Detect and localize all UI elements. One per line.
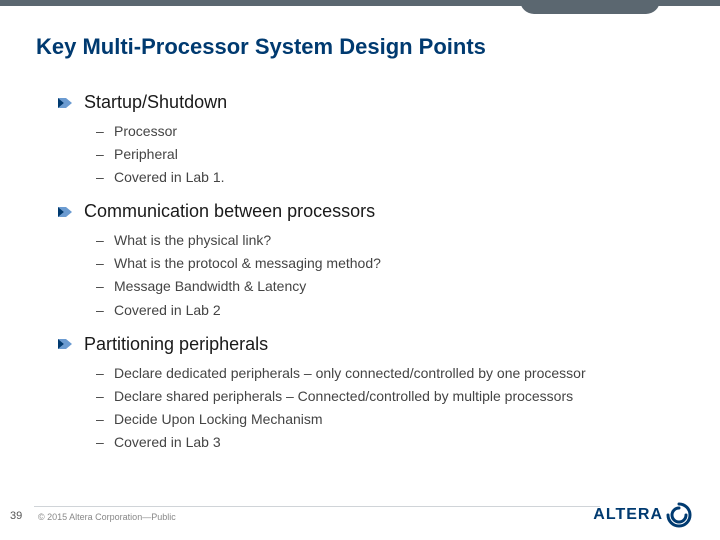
sub-list: What is the physical link? What is the p… — [96, 229, 690, 321]
section-communication: Communication between processors What is… — [58, 201, 690, 321]
section-heading: Communication between processors — [58, 201, 690, 222]
divider — [34, 506, 600, 507]
section-heading: Partitioning peripherals — [58, 334, 690, 355]
altera-logo: ALTERA — [593, 502, 692, 528]
page-number: 39 — [10, 510, 22, 522]
list-item: What is the physical link? — [96, 229, 690, 252]
list-item: Decide Upon Locking Mechanism — [96, 408, 690, 431]
slide: Key Multi-Processor System Design Points… — [0, 0, 720, 540]
list-item: Peripheral — [96, 143, 690, 166]
bullet-icon — [58, 337, 76, 351]
copyright-text: © 2015 Altera Corporation—Public — [38, 512, 176, 522]
top-bar-accent — [520, 0, 660, 14]
section-label: Partitioning peripherals — [84, 334, 268, 355]
section-startup: Startup/Shutdown Processor Peripheral Co… — [58, 92, 690, 189]
list-item: Covered in Lab 1. — [96, 166, 690, 189]
bullet-icon — [58, 96, 76, 110]
section-label: Startup/Shutdown — [84, 92, 227, 113]
logo-text: ALTERA — [593, 506, 663, 524]
sub-list: Declare dedicated peripherals – only con… — [96, 362, 690, 454]
content-area: Startup/Shutdown Processor Peripheral Co… — [58, 92, 690, 466]
list-item: Processor — [96, 120, 690, 143]
list-item: What is the protocol & messaging method? — [96, 252, 690, 275]
list-item: Declare dedicated peripherals – only con… — [96, 362, 690, 385]
list-item: Message Bandwidth & Latency — [96, 275, 690, 298]
section-heading: Startup/Shutdown — [58, 92, 690, 113]
list-item: Covered in Lab 2 — [96, 299, 690, 322]
sub-list: Processor Peripheral Covered in Lab 1. — [96, 120, 690, 189]
slide-title: Key Multi-Processor System Design Points — [36, 34, 486, 60]
list-item: Covered in Lab 3 — [96, 431, 690, 454]
bullet-icon — [58, 205, 76, 219]
list-item: Declare shared peripherals – Connected/c… — [96, 385, 690, 408]
section-partitioning: Partitioning peripherals Declare dedicat… — [58, 334, 690, 454]
section-label: Communication between processors — [84, 201, 375, 222]
logo-swirl-icon — [666, 502, 692, 528]
